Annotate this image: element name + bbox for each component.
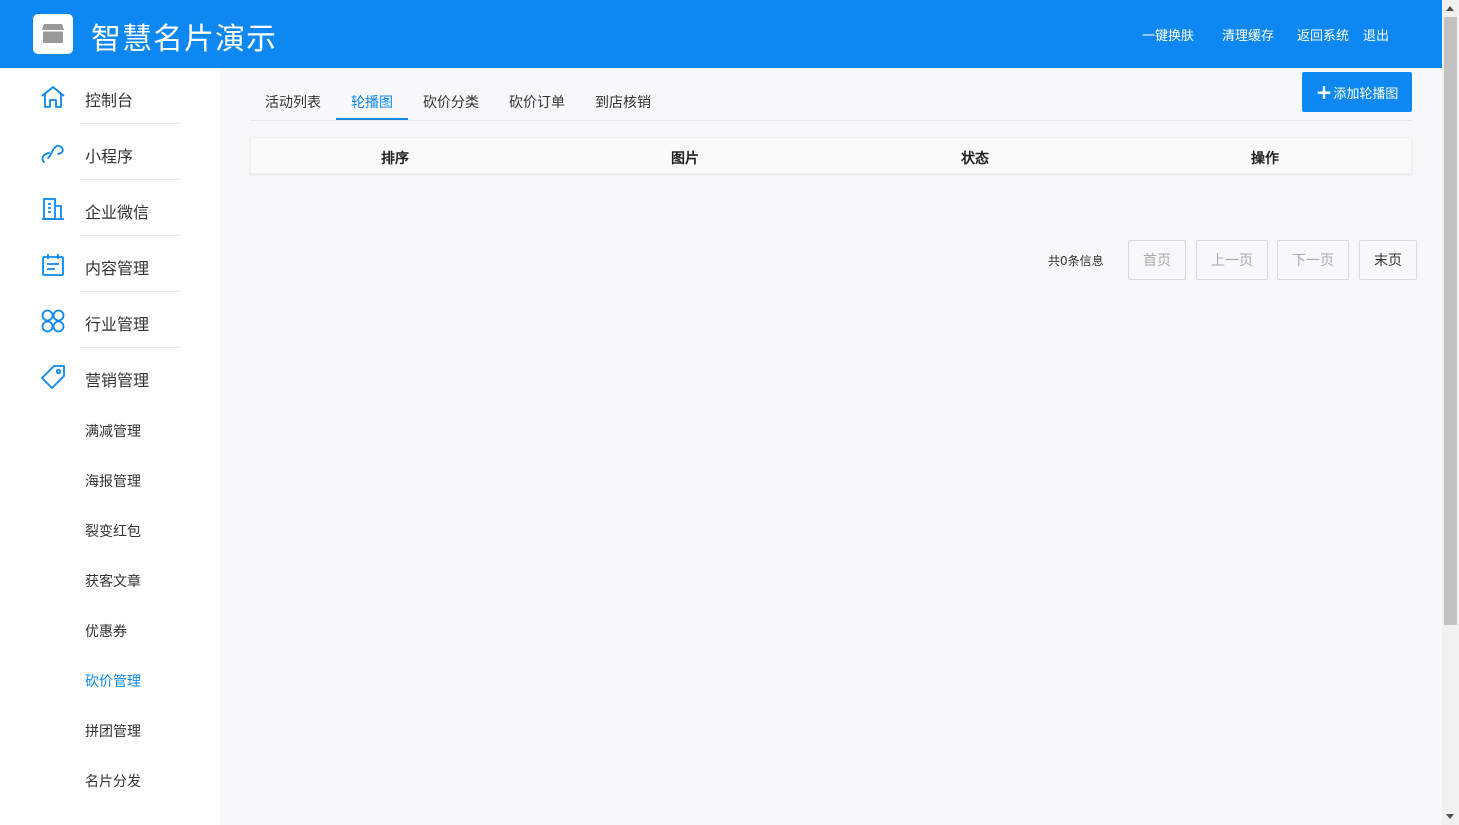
logout-link[interactable]: 退出 [1363, 25, 1389, 44]
sidebar-subitem-poster[interactable]: 海报管理 [85, 471, 141, 491]
scroll-thumb[interactable] [1444, 17, 1457, 625]
tab-bar: 活动列表 轮播图 砍价分类 砍价订单 到店核销 [250, 72, 1412, 121]
store-logo-icon [33, 14, 73, 54]
sidebar-subitem-group-buy[interactable]: 拼团管理 [85, 721, 141, 741]
sidebar-item-content[interactable]: 内容管理 [0, 236, 220, 292]
sidebar-subitem-card-distribute[interactable]: 名片分发 [85, 771, 141, 791]
column-header-status: 状态 [961, 151, 989, 167]
sidebar-item-console[interactable]: 控制台 [0, 68, 220, 124]
tab-activity-list[interactable]: 活动列表 [265, 92, 321, 120]
column-header-sort: 排序 [381, 151, 409, 167]
sidebar-item-industry[interactable]: 行业管理 [0, 292, 220, 348]
calendar-icon [42, 254, 64, 276]
sidebar-subitem-bargain[interactable]: 砍价管理 [85, 671, 141, 691]
table-header: 排序 图片 状态 操作 [250, 137, 1412, 174]
sidebar-item-label: 营销管理 [85, 371, 150, 390]
sidebar-item-label: 行业管理 [85, 315, 150, 334]
next-page-button[interactable]: 下一页 [1277, 240, 1349, 280]
top-header: 智慧名片演示 一键换肤 清理缓存 返回系统 退出 [0, 0, 1442, 68]
clear-cache-link[interactable]: 清理缓存 [1222, 25, 1274, 44]
sidebar-subitem-red-packet[interactable]: 裂变红包 [85, 521, 141, 541]
building-icon [42, 198, 64, 220]
switch-skin-link[interactable]: 一键换肤 [1142, 25, 1194, 44]
tab-bargain-category[interactable]: 砍价分类 [423, 92, 479, 120]
prev-page-button[interactable]: 上一页 [1196, 240, 1268, 280]
tab-store-verify[interactable]: 到店核销 [595, 92, 651, 120]
last-page-button[interactable]: 末页 [1359, 240, 1417, 280]
tag-icon [41, 365, 65, 389]
column-header-actions: 操作 [1251, 151, 1279, 167]
sidebar-item-marketing[interactable]: 营销管理 [0, 348, 220, 404]
vertical-scrollbar[interactable] [1442, 0, 1459, 825]
column-header-image: 图片 [671, 151, 699, 167]
sidebar-item-label: 小程序 [85, 147, 134, 166]
tab-carousel[interactable]: 轮播图 [336, 92, 408, 120]
return-system-link[interactable]: 返回系统 [1297, 25, 1349, 44]
scroll-down-arrow-icon[interactable] [1446, 814, 1454, 819]
scroll-up-arrow-icon[interactable] [1446, 6, 1454, 11]
sidebar-item-wecom[interactable]: 企业微信 [0, 180, 220, 236]
home-icon [41, 86, 65, 108]
sidebar-item-label: 企业微信 [85, 203, 150, 222]
sidebar-item-miniprogram[interactable]: 小程序 [0, 124, 220, 180]
clover-icon [41, 309, 65, 333]
add-carousel-button[interactable]: + 添加轮播图 [1302, 72, 1412, 112]
plus-icon: + [1315, 80, 1333, 104]
sidebar-subitem-discount[interactable]: 满减管理 [85, 421, 141, 441]
sidebar-subitem-coupon[interactable]: 优惠券 [85, 621, 127, 641]
add-carousel-label: 添加轮播图 [1333, 86, 1399, 102]
link-icon [41, 144, 64, 163]
app-title: 智慧名片演示 [91, 22, 277, 57]
sidebar: 控制台 小程序 企业微信 内容管理 行业管理 营销管理 满减管理 海报管理 裂变… [0, 68, 220, 825]
tab-bargain-orders[interactable]: 砍价订单 [509, 92, 565, 120]
sidebar-item-label: 内容管理 [85, 259, 150, 278]
total-count: 共0条信息 [1048, 254, 1104, 268]
first-page-button[interactable]: 首页 [1128, 240, 1186, 280]
sidebar-item-label: 控制台 [85, 91, 134, 110]
sidebar-subitem-articles[interactable]: 获客文章 [85, 571, 141, 591]
